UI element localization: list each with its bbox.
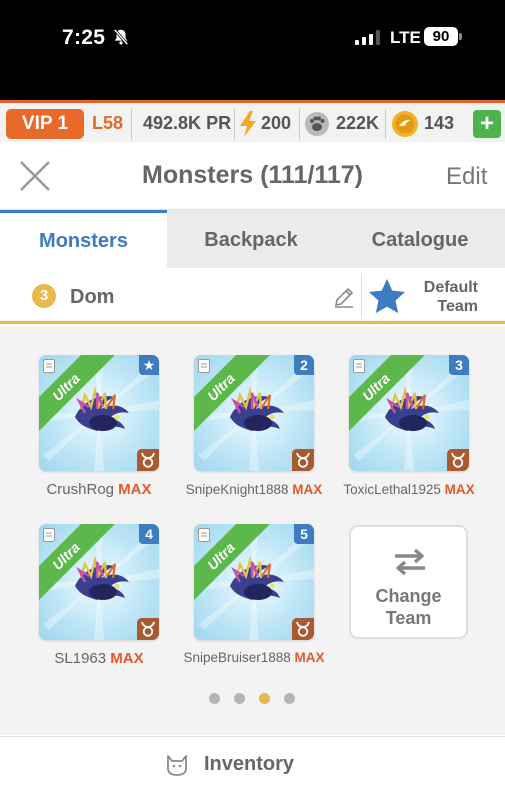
tab-catalogue[interactable]: Catalogue: [335, 210, 505, 268]
signal-icon: [355, 30, 380, 45]
page-title: Monsters (111/117): [142, 161, 363, 189]
team-row: 3 Dom Default Team: [0, 268, 505, 324]
monster-level: MAX: [294, 650, 325, 665]
status-time: 7:25: [62, 26, 106, 49]
monster-illustration: [230, 387, 284, 431]
monster-illustration: [75, 556, 129, 600]
resource-bar: VIP 1 L58 492.8K PR 200 222K 143 +: [0, 100, 505, 142]
monster-name-text: ToxicLethal1925: [343, 482, 441, 497]
divider: [299, 109, 300, 139]
monster-name: SnipeKnight1888 MAX: [170, 482, 338, 497]
change-team-line1: Change: [375, 586, 442, 606]
monster-name: CrushRog MAX: [15, 481, 183, 498]
network-type: LTE: [390, 28, 421, 47]
monster-name: SnipeBruiser1888 MAX: [170, 650, 338, 665]
header: Monsters (111/117) Edit: [0, 142, 505, 210]
swap-icon: [395, 548, 425, 576]
power-unit: PR: [206, 113, 232, 133]
tab-backpack[interactable]: Backpack: [167, 210, 335, 268]
monster-illustration: [230, 556, 284, 600]
change-team-button[interactable]: Change Team: [349, 525, 468, 639]
inventory-label: Inventory: [204, 753, 295, 775]
default-team-label[interactable]: Default Team: [406, 278, 478, 316]
inventory-bar[interactable]: Inventory: [0, 736, 505, 792]
change-team-label: Change Team: [351, 585, 466, 629]
document-icon: [43, 528, 55, 542]
team-slot-badge: 5: [294, 524, 314, 544]
monster-level: MAX: [444, 482, 475, 497]
cat-icon: [167, 755, 187, 776]
monster-name: SL1963 MAX: [15, 650, 183, 667]
team-slot-badge: 3: [449, 355, 469, 375]
page-indicator[interactable]: [0, 693, 505, 705]
status-bar: 7:25 LTE 90: [0, 0, 505, 100]
document-icon: [198, 528, 210, 542]
player-level: L58: [92, 113, 124, 133]
monster-name-text: SL1963: [54, 650, 107, 667]
page-dot-4[interactable]: [284, 693, 295, 704]
home-indicator-area: [0, 792, 505, 800]
default-team-line2: Team: [437, 298, 478, 315]
battery-tip: [459, 33, 462, 40]
pencil-icon[interactable]: [333, 286, 355, 308]
monster-level: MAX: [110, 650, 144, 667]
power-number: 492.8K: [143, 113, 202, 133]
edit-button[interactable]: Edit: [446, 163, 487, 191]
paw-icon: [305, 112, 329, 136]
document-icon: [43, 359, 55, 373]
monster-card[interactable]: Ultra 4: [39, 524, 159, 640]
page-dot-3[interactable]: [259, 693, 270, 704]
coin-icon: [392, 111, 418, 137]
vip-badge[interactable]: VIP 1: [6, 109, 84, 139]
monster-illustration: [75, 387, 129, 431]
taurus-icon: [292, 449, 314, 471]
app: 7:25 LTE 90 VIP 1 L58 492.8K PR 200 222K…: [0, 0, 505, 800]
monster-card[interactable]: Ultra ★: [39, 355, 159, 471]
food-value: 222K: [336, 113, 380, 133]
monster-card[interactable]: Ultra 5: [194, 524, 314, 640]
divider: [131, 109, 132, 139]
energy-value: 200: [261, 113, 292, 133]
team-slot-badge: 2: [294, 355, 314, 375]
change-team-line2: Team: [385, 608, 432, 628]
document-icon: [198, 359, 210, 373]
add-coins-button[interactable]: +: [473, 110, 501, 138]
battery-icon: 90: [424, 27, 458, 46]
divider: [234, 109, 235, 139]
monster-level: MAX: [292, 482, 323, 497]
lightning-icon: [240, 111, 256, 137]
coin-value: 143: [424, 113, 455, 133]
taurus-icon: [447, 449, 469, 471]
monster-name-text: SnipeKnight1888: [185, 482, 289, 497]
monster-card[interactable]: Ultra 3: [349, 355, 469, 471]
divider: [361, 274, 362, 318]
monster-card[interactable]: Ultra 2: [194, 355, 314, 471]
team-name: Dom: [70, 286, 115, 308]
page-dot-2[interactable]: [234, 693, 245, 704]
taurus-icon: [137, 618, 159, 640]
document-icon: [353, 359, 365, 373]
monster-name-text: SnipeBruiser1888: [183, 650, 291, 665]
team-slot-badge: ★: [139, 355, 159, 375]
page-dot-1[interactable]: [209, 693, 220, 704]
monster-illustration: [385, 387, 439, 431]
star-icon[interactable]: [368, 278, 406, 314]
monster-grid: Ultra ★ CrushRog MAX Ultra 2 SnipeKnight…: [0, 327, 505, 735]
monster-name-text: CrushRog: [46, 481, 114, 498]
taurus-icon: [292, 618, 314, 640]
power-value: 492.8K PR: [143, 113, 231, 134]
bell-slash-icon: [113, 28, 129, 46]
divider: [385, 109, 386, 139]
team-number-badge: 3: [32, 284, 56, 308]
tab-bar: Monsters Backpack Catalogue: [0, 210, 505, 268]
monster-name: ToxicLethal1925 MAX: [325, 482, 493, 497]
taurus-icon: [137, 449, 159, 471]
monster-level: MAX: [118, 481, 152, 498]
team-slot-badge: 4: [139, 524, 159, 544]
tab-monsters[interactable]: Monsters: [0, 210, 167, 268]
default-team-line1: Default: [423, 279, 478, 296]
